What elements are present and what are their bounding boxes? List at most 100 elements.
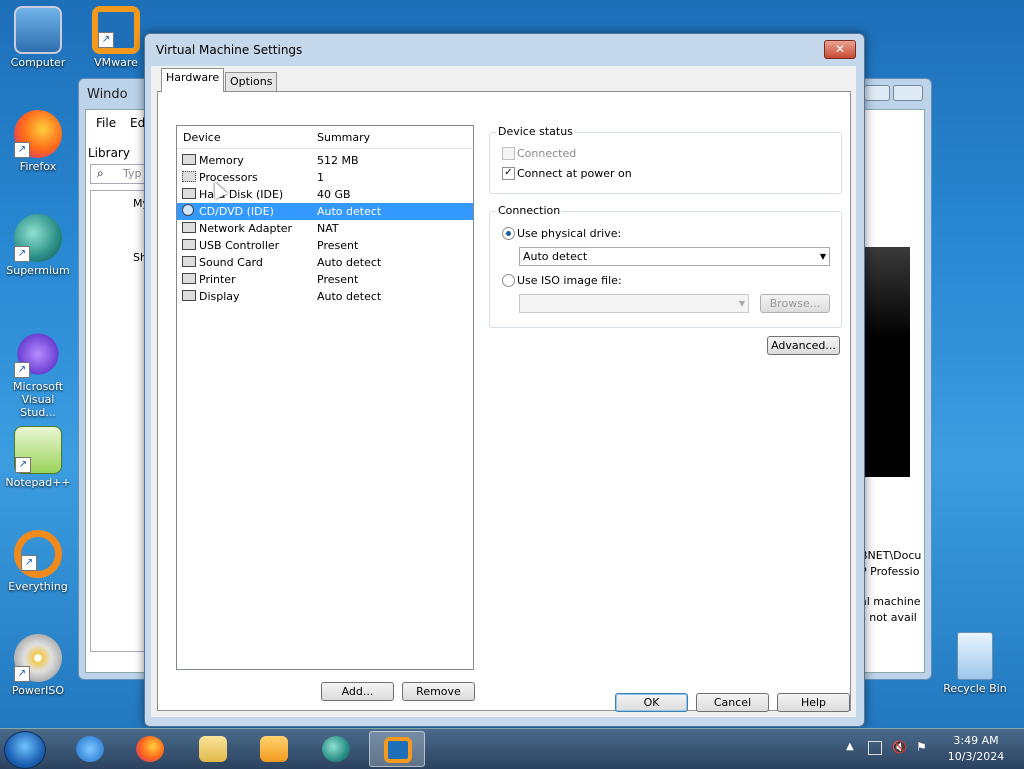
desktop-icon-computer[interactable]: Computer (2, 6, 74, 69)
dialog-client: Hardware Options Device Summary Memory 5… (151, 66, 856, 717)
taskbar-explorer[interactable] (185, 731, 241, 767)
connect-at-power-on-checkbox[interactable]: ✓ (502, 167, 515, 180)
iso-image-path-field[interactable]: ▼ (519, 294, 749, 313)
device-row-sound-card[interactable]: Sound Card Auto detect (177, 254, 473, 271)
library-search-placeholder: Typ (123, 167, 142, 180)
library-search[interactable]: ⌕ Typ (90, 164, 152, 184)
start-button[interactable] (4, 731, 46, 769)
background-window-title: Windo (87, 87, 128, 102)
desktop-icon-firefox[interactable]: ↗ Firefox (2, 110, 74, 173)
add-button[interactable]: Add... (321, 682, 394, 701)
desktop-icon-recycle-bin[interactable]: Recycle Bin (939, 632, 1011, 695)
device-row-cd-dvd[interactable]: CD/DVD (IDE) Auto detect (177, 203, 473, 220)
shortcut-arrow-icon: ↗ (14, 362, 30, 378)
ok-button[interactable]: OK (615, 693, 688, 712)
device-summary: 40 GB (317, 188, 351, 201)
folder-icon (199, 736, 227, 762)
background-menu-file[interactable]: File (96, 116, 116, 130)
vm-detail-line: s not avail (860, 611, 917, 624)
device-row-usb-controller[interactable]: USB Controller Present (177, 237, 473, 254)
connection-title: Connection (496, 204, 563, 217)
desktop-icon-label: PowerISO (11, 684, 65, 697)
shortcut-arrow-icon: ↗ (14, 142, 30, 158)
close-icon[interactable] (893, 85, 923, 101)
column-header-device[interactable]: Device (183, 131, 221, 144)
tab-hardware[interactable]: Hardware (161, 68, 225, 92)
column-header-summary[interactable]: Summary (317, 131, 370, 144)
clock[interactable]: 3:49 AM 10/3/2024 (940, 733, 1012, 765)
shortcut-arrow-icon: ↗ (15, 457, 31, 473)
use-physical-drive-radio[interactable] (502, 227, 515, 240)
device-name: Sound Card (199, 256, 263, 269)
vm-detail-line: al machine (860, 595, 921, 608)
use-iso-image-label: Use ISO image file: (517, 274, 622, 287)
vmware-icon: ↗ (92, 6, 140, 54)
notepadpp-icon: ↗ (14, 426, 62, 474)
visual-studio-icon: ↗ (14, 330, 62, 378)
device-summary: Auto detect (317, 256, 382, 269)
vmware-icon (384, 737, 412, 763)
device-row-memory[interactable]: Memory 512 MB (177, 152, 473, 169)
device-row-printer[interactable]: Printer Present (177, 271, 473, 288)
physical-drive-select[interactable]: Auto detect ▼ (519, 247, 830, 266)
taskbar-media-player[interactable] (246, 731, 302, 767)
desktop-icon-visual-studio[interactable]: ↗ Microsoft Visual Stud... (2, 330, 74, 419)
background-window-controls (863, 85, 923, 104)
device-name: Processors (199, 171, 258, 184)
desktop-icon-label: VMware (94, 56, 138, 69)
internet-explorer-icon (76, 736, 104, 762)
hardware-panel: Device Summary Memory 512 MB Processors … (157, 91, 851, 711)
taskbar-supermium[interactable] (308, 731, 364, 767)
use-physical-drive-label: Use physical drive: (517, 227, 622, 240)
library-tree: My Sh (90, 190, 152, 652)
device-name: CD/DVD (IDE) (199, 205, 274, 218)
device-summary: 1 (317, 171, 324, 184)
taskbar-ie[interactable] (62, 731, 118, 767)
device-row-display[interactable]: Display Auto detect (177, 288, 473, 305)
volume-muted-icon[interactable]: 🔇 (892, 740, 907, 754)
desktop-icon-label: Microsoft Visual Stud... (12, 380, 64, 419)
advanced-button[interactable]: Advanced... (767, 336, 840, 355)
desktop-icon-label: Notepad++ (5, 476, 71, 489)
desktop-icon-notepadpp[interactable]: ↗ Notepad++ (2, 426, 74, 489)
close-button[interactable]: ✕ (824, 40, 856, 59)
desktop-icon-vmware[interactable]: ↗ VMware (80, 6, 152, 69)
device-list[interactable]: Device Summary Memory 512 MB Processors … (176, 125, 474, 670)
device-name: Network Adapter (199, 222, 293, 235)
show-hidden-icons-icon[interactable]: ▲ (846, 741, 854, 752)
recycle-bin-icon (957, 632, 993, 680)
device-name: Printer (199, 273, 236, 286)
tab-options[interactable]: Options (225, 72, 278, 91)
network-adapter-icon (182, 222, 196, 233)
supermium-icon (322, 736, 350, 762)
use-iso-image-radio[interactable] (502, 274, 515, 287)
remove-button[interactable]: Remove (402, 682, 475, 701)
desktop-icon-everything[interactable]: ↗ Everything (2, 530, 74, 593)
device-name: Display (199, 290, 240, 303)
dialog-title: Virtual Machine Settings (156, 43, 303, 57)
network-icon[interactable] (868, 741, 882, 755)
restore-icon[interactable] (863, 85, 890, 101)
physical-drive-value: Auto detect (523, 250, 588, 263)
help-button[interactable]: Help (777, 693, 850, 712)
memory-icon (182, 154, 196, 165)
desktop-icon-supermium[interactable]: ↗ Supermium (2, 214, 74, 277)
taskbar: ▲ 🔇 ⚑ 3:49 AM 10/3/2024 (0, 728, 1024, 769)
connected-checkbox[interactable] (502, 147, 515, 160)
taskbar-vmware[interactable] (369, 731, 425, 767)
chevron-down-icon: ▼ (738, 299, 745, 308)
vm-details: BNET\Docu P Professio al machine s not a… (860, 548, 921, 626)
device-summary: NAT (317, 222, 339, 235)
desktop-icon-label: Supermium (6, 264, 70, 277)
hard-disk-icon (182, 188, 196, 199)
desktop-icon-poweriso[interactable]: ↗ PowerISO (2, 634, 74, 697)
action-center-flag-icon[interactable]: ⚑ (916, 740, 927, 754)
cancel-button[interactable]: Cancel (696, 693, 769, 712)
taskbar-firefox[interactable] (122, 731, 178, 767)
usb-icon (182, 239, 196, 250)
everything-icon: ↗ (14, 530, 62, 578)
browse-button[interactable]: Browse... (760, 294, 830, 313)
device-row-network-adapter[interactable]: Network Adapter NAT (177, 220, 473, 237)
monitor-icon (182, 290, 196, 301)
vm-detail-line: BNET\Docu (860, 549, 922, 562)
